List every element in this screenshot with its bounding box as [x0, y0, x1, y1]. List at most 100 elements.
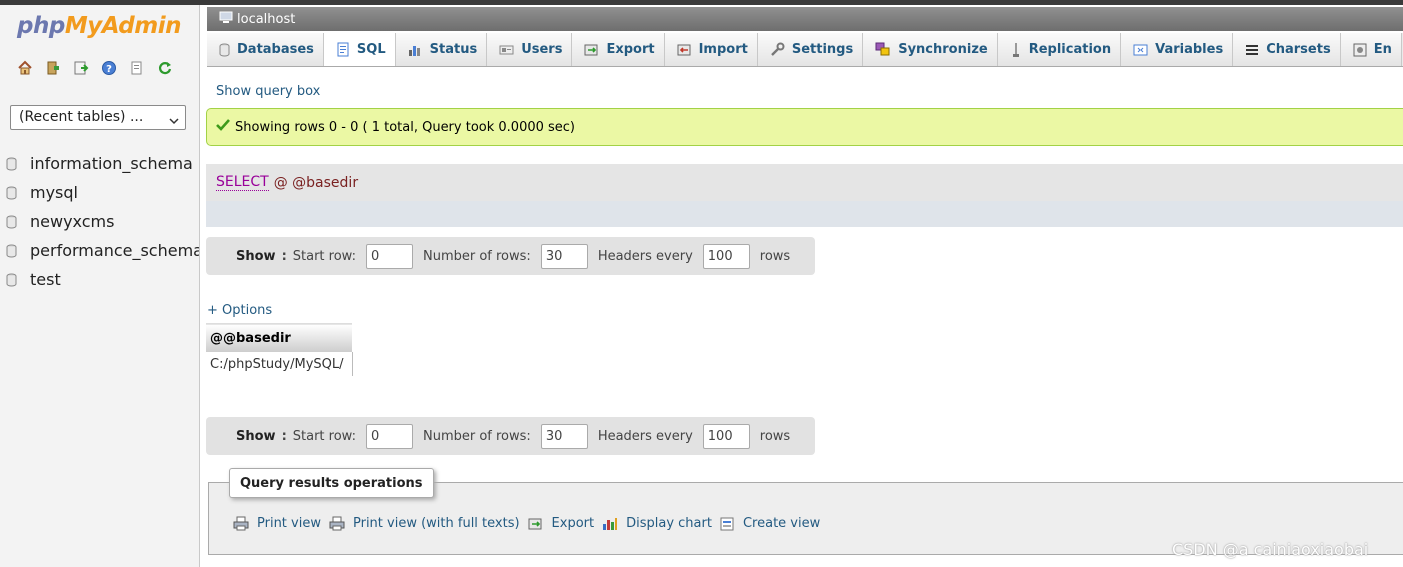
- display-chart-link[interactable]: Display chart: [602, 516, 712, 531]
- settings-icon: [770, 42, 785, 57]
- recent-tables-select[interactable]: (Recent tables) ...: [10, 105, 186, 130]
- import-icon: [677, 43, 692, 57]
- options-link[interactable]: + Options: [207, 303, 272, 318]
- export-results-link[interactable]: Export: [528, 516, 595, 531]
- headers-every-label: Headers every: [597, 248, 693, 264]
- charsets-icon: [1245, 43, 1259, 56]
- documentation-icon[interactable]: ?: [100, 59, 117, 76]
- headers-every-input[interactable]: [702, 423, 750, 449]
- results-table: @@basedir C:/phpStudy/MySQL/: [206, 323, 353, 376]
- tab-label: En: [1373, 42, 1392, 57]
- chart-icon: [602, 516, 618, 531]
- sidebar-icon-row: ?: [16, 59, 173, 76]
- link-label: Export: [551, 516, 595, 531]
- table-row: C:/phpStudy/MySQL/: [206, 352, 353, 376]
- status-icon: [408, 43, 423, 57]
- tab-import[interactable]: Import: [664, 33, 758, 66]
- tab-synchronize[interactable]: Synchronize: [863, 33, 998, 66]
- tab-settings[interactable]: Settings: [757, 33, 864, 66]
- link-label: Print view: [257, 516, 321, 531]
- database-item-test[interactable]: test: [6, 265, 199, 294]
- sql-keyword[interactable]: SELECT: [216, 174, 269, 191]
- navigation-sidebar: phpMyAdmin ? (Recent tables) ... informa…: [0, 5, 200, 567]
- database-name: test: [30, 270, 61, 289]
- rows-navigation-bottom: Show: Start row: Number of rows: Headers…: [206, 417, 815, 455]
- show-colon: :: [281, 428, 287, 444]
- operations-legend: Query results operations: [229, 468, 434, 498]
- num-rows-input[interactable]: [540, 423, 588, 449]
- logout-icon[interactable]: [44, 59, 61, 76]
- database-icon: [6, 215, 17, 228]
- print-icon: [233, 516, 249, 531]
- link-label: Print view (with full texts): [352, 516, 520, 531]
- tab-databases[interactable]: Databases: [207, 33, 324, 66]
- tab-label: Users: [521, 42, 563, 57]
- sql-query-line[interactable]: SELECT @ @basedir: [206, 164, 1403, 201]
- tab-export[interactable]: Export: [572, 33, 665, 66]
- csdn-watermark: CSDN @a cainiaoxiaobai: [1172, 540, 1369, 559]
- start-row-input[interactable]: [365, 243, 413, 269]
- database-name: information_schema: [30, 154, 193, 173]
- print-view-link[interactable]: Print view: [233, 516, 321, 531]
- tab-label: Variables: [1155, 42, 1224, 57]
- show-label: Show: [236, 428, 276, 444]
- database-item-performance-schema[interactable]: performance_schema: [6, 236, 199, 265]
- start-row-input[interactable]: [365, 423, 413, 449]
- link-label: Create view: [742, 516, 821, 531]
- database-icon: [6, 186, 17, 199]
- tab-charsets[interactable]: Charsets: [1233, 33, 1341, 66]
- engines-icon: [1353, 43, 1367, 57]
- query-window-icon[interactable]: [72, 59, 89, 76]
- link-label: Display chart: [626, 516, 712, 531]
- print-icon: [329, 516, 345, 531]
- headers-every-input[interactable]: [702, 243, 750, 269]
- show-label: Show: [236, 248, 276, 264]
- print-view-full-texts-link[interactable]: Print view (with full texts): [329, 516, 520, 531]
- show-query-box-link[interactable]: Show query box: [216, 84, 320, 99]
- sql-icon: [336, 42, 350, 57]
- tab-users[interactable]: Users: [487, 33, 573, 66]
- tab-replication[interactable]: Replication: [997, 33, 1122, 66]
- phpmyadmin-logo[interactable]: phpMyAdmin: [17, 13, 181, 39]
- database-icon: [219, 43, 230, 57]
- rows-navigation-top: Show: Start row: Number of rows: Headers…: [206, 237, 815, 275]
- tab-label: Export: [606, 42, 655, 57]
- tab-label: Settings: [791, 42, 854, 57]
- variables-icon: [1133, 43, 1148, 57]
- server-icon: [219, 11, 233, 28]
- tab-engines[interactable]: En: [1340, 33, 1402, 66]
- tab-label: SQL: [356, 42, 386, 57]
- sql-variable: @ @basedir: [273, 174, 359, 191]
- replication-icon: [1010, 42, 1022, 58]
- headers-every-label: Headers every: [597, 428, 693, 444]
- chevron-down-icon: [169, 113, 179, 129]
- tab-variables[interactable]: Variables: [1121, 33, 1234, 66]
- show-colon: :: [281, 248, 287, 264]
- window-top-edge: [0, 0, 1403, 5]
- start-row-label: Start row:: [292, 248, 356, 264]
- database-item-mysql[interactable]: mysql: [6, 178, 199, 207]
- table-cell-basedir[interactable]: C:/phpStudy/MySQL/: [206, 352, 353, 376]
- create-view-link[interactable]: Create view: [720, 516, 820, 531]
- docs-page-icon[interactable]: [128, 59, 145, 76]
- sql-query-display: SELECT @ @basedir: [206, 164, 1403, 227]
- view-icon: [720, 517, 735, 531]
- database-name: mysql: [30, 183, 78, 202]
- breadcrumb-server-link[interactable]: localhost: [237, 12, 295, 27]
- database-item-newyxcms[interactable]: newyxcms: [6, 207, 199, 236]
- synchronize-icon: [875, 42, 891, 57]
- rows-label: rows: [759, 428, 791, 444]
- database-item-information-schema[interactable]: information_schema: [6, 149, 199, 178]
- home-icon[interactable]: [16, 59, 33, 76]
- column-header-basedir[interactable]: @@basedir: [206, 323, 352, 352]
- num-rows-input[interactable]: [540, 243, 588, 269]
- success-message: Showing rows 0 - 0 ( 1 total, Query took…: [206, 108, 1403, 146]
- database-icon: [6, 157, 17, 170]
- tab-status[interactable]: Status: [395, 33, 488, 66]
- rows-label: rows: [759, 248, 791, 264]
- tab-sql[interactable]: SQL: [323, 33, 396, 66]
- export-icon: [528, 517, 544, 531]
- export-icon: [584, 43, 599, 57]
- num-rows-label: Number of rows:: [422, 248, 531, 264]
- reload-icon[interactable]: [156, 59, 173, 76]
